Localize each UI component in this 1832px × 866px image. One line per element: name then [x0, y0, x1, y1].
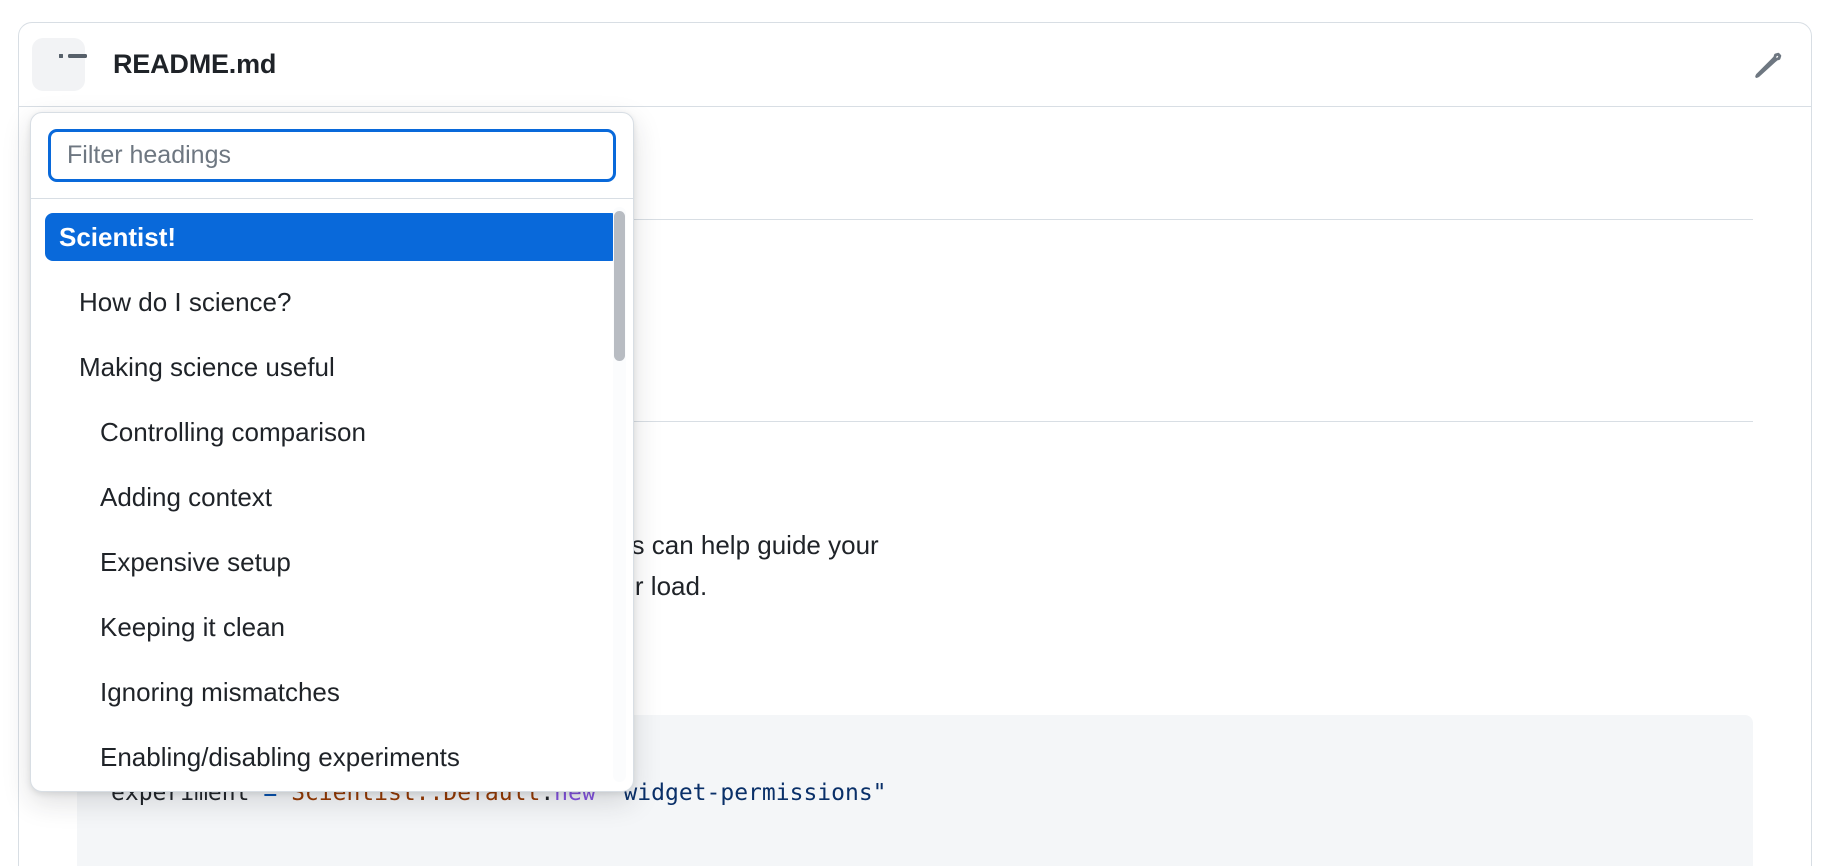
edit-file-button[interactable] [1749, 45, 1789, 85]
toc-list-container: Scientist! How do I science? Making scienc… [31, 199, 633, 790]
toc-item-keeping-it-clean[interactable]: Keeping it clean [45, 603, 619, 651]
bullet-list-icon [45, 53, 73, 77]
toc-item-controlling-comparison[interactable]: Controlling comparison [45, 408, 619, 456]
filter-headings-input[interactable] [48, 129, 616, 182]
toc-item-making-science-useful[interactable]: Making science useful [45, 343, 619, 391]
toc-filter-container [31, 113, 633, 199]
toc-toggle-button[interactable] [32, 38, 85, 91]
toc-item-adding-context[interactable]: Adding context [45, 473, 619, 521]
toc-scrollbar[interactable] [613, 207, 626, 782]
toc-item-scientist[interactable]: Scientist! [45, 213, 619, 261]
pencil-icon [1749, 45, 1789, 85]
toc-item-how-do-i-science[interactable]: How do I science? [45, 278, 619, 326]
file-name-title: README.md [113, 49, 276, 80]
toc-item-expensive-setup[interactable]: Expensive setup [45, 538, 619, 586]
toc-item-ignoring-mismatches[interactable]: Ignoring mismatches [45, 668, 619, 716]
screen-root: README.md critical paths. CI [0, 0, 1832, 866]
toc-item-enabling-disabling-experiments[interactable]: Enabling/disabling experiments [45, 733, 619, 781]
file-header: README.md [19, 23, 1811, 107]
toc-list: Scientist! How do I science? Making scienc… [31, 199, 633, 781]
code-string-widget-permissions: "widget-permissions" [610, 780, 887, 806]
toc-scrollbar-thumb[interactable] [614, 211, 625, 361]
toc-dropdown-panel: Scientist! How do I science? Making scienc… [30, 112, 634, 792]
